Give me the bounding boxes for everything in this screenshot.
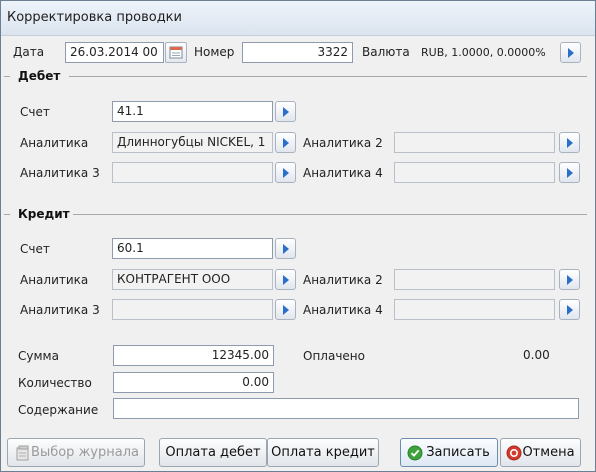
- number-label: Номер: [194, 45, 235, 59]
- credit-analytics2-select-button[interactable]: [559, 269, 580, 290]
- debit-analytics4-field[interactable]: [394, 162, 555, 183]
- calendar-icon: [169, 46, 183, 59]
- credit-analytics1-select-button[interactable]: [275, 269, 296, 290]
- debit-account-select-button[interactable]: [275, 101, 296, 122]
- debit-analytics4-select-button[interactable]: [559, 162, 580, 183]
- quantity-label: Количество: [18, 376, 92, 390]
- credit-analytics4-label: Аналитика 4: [303, 303, 383, 317]
- title-bar: Корректировка проводки: [1, 1, 595, 36]
- credit-analytics3-label: Аналитика 3: [20, 303, 100, 317]
- debit-analytics1-field[interactable]: Длинногубцы NICKEL, 1: [112, 132, 273, 153]
- content-field[interactable]: [113, 398, 579, 419]
- journal-select-button[interactable]: Выбор журнала: [7, 438, 145, 467]
- debit-analytics3-field[interactable]: [112, 162, 273, 183]
- credit-section-header: Кредит: [1, 207, 595, 221]
- cancel-button[interactable]: Отмена: [500, 438, 581, 467]
- dialog-window: Корректировка проводки Дата 26.03.2014 0…: [0, 0, 596, 472]
- pay-credit-button[interactable]: Оплата кредит: [267, 438, 379, 467]
- date-field[interactable]: 26.03.2014 00: [65, 42, 164, 63]
- credit-account-select-button[interactable]: [275, 238, 296, 259]
- window-title: Корректировка проводки: [7, 10, 182, 25]
- debit-section-header: Дебет: [1, 69, 595, 83]
- debit-analytics1-label: Аналитика: [20, 136, 89, 150]
- credit-analytics2-label: Аналитика 2: [303, 273, 383, 287]
- pay-credit-label: Оплата кредит: [271, 445, 375, 460]
- paid-label: Оплачено: [303, 349, 365, 363]
- credit-account-field[interactable]: 60.1: [112, 238, 273, 259]
- journal-select-label: Выбор журнала: [31, 445, 139, 460]
- debit-title: Дебет: [18, 69, 61, 83]
- credit-analytics3-field[interactable]: [112, 299, 273, 320]
- debit-analytics3-label: Аналитика 3: [20, 166, 100, 180]
- content-label: Содержание: [18, 403, 99, 417]
- currency-value: RUB, 1.0000, 0.0000%: [421, 46, 546, 59]
- debit-analytics3-select-button[interactable]: [275, 162, 296, 183]
- quantity-field[interactable]: 0.00: [113, 372, 274, 393]
- journal-icon: [16, 445, 29, 461]
- debit-analytics2-label: Аналитика 2: [303, 136, 383, 150]
- debit-analytics4-label: Аналитика 4: [303, 166, 383, 180]
- sum-field[interactable]: 12345.00: [113, 345, 274, 366]
- debit-analytics1-select-button[interactable]: [275, 132, 296, 153]
- debit-analytics2-select-button[interactable]: [559, 132, 580, 153]
- credit-analytics4-field[interactable]: [394, 299, 555, 320]
- calendar-button[interactable]: [165, 42, 187, 63]
- pay-debit-label: Оплата дебет: [165, 445, 261, 460]
- cancel-icon: [506, 445, 522, 461]
- credit-title: Кредит: [18, 207, 70, 221]
- number-field[interactable]: 3322: [242, 42, 353, 63]
- pay-debit-button[interactable]: Оплата дебет: [159, 438, 267, 467]
- check-icon: [407, 445, 423, 461]
- debit-account-label: Счет: [20, 105, 50, 119]
- credit-analytics2-field[interactable]: [394, 269, 555, 290]
- currency-select-button[interactable]: [560, 42, 581, 63]
- debit-analytics2-field[interactable]: [394, 132, 555, 153]
- date-label: Дата: [13, 45, 45, 59]
- credit-analytics1-label: Аналитика: [20, 273, 89, 287]
- credit-analytics3-select-button[interactable]: [275, 299, 296, 320]
- sum-label: Сумма: [18, 349, 59, 363]
- credit-analytics1-field[interactable]: КОНТРАГЕНТ ООО: [112, 269, 273, 290]
- debit-account-field[interactable]: 41.1: [112, 101, 273, 122]
- credit-account-label: Счет: [20, 242, 50, 256]
- save-button[interactable]: Записать: [400, 438, 498, 467]
- currency-label: Валюта: [362, 45, 410, 59]
- paid-value: 0.00: [523, 348, 550, 362]
- credit-analytics4-select-button[interactable]: [559, 299, 580, 320]
